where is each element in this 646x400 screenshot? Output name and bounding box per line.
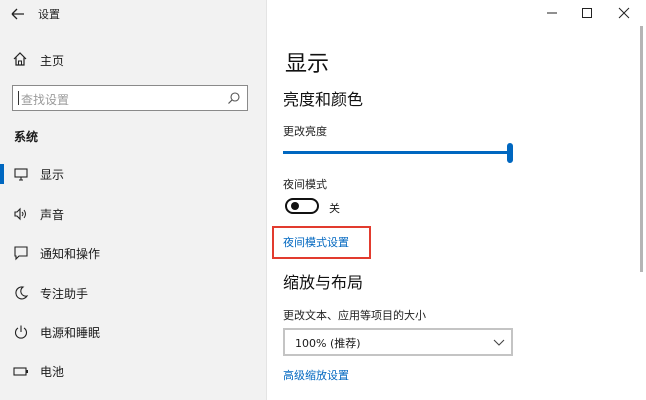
- sidebar: 设置 主页 查找设置 系统 显示 声音 通知和操作 专注助手 电源和睡眠 电池: [0, 0, 266, 400]
- section-label: 系统: [14, 130, 39, 144]
- search-input[interactable]: 查找设置: [12, 85, 248, 111]
- minimize-icon[interactable]: [537, 2, 567, 24]
- window-title: 设置: [38, 8, 60, 21]
- moon-icon: [13, 285, 29, 301]
- night-mode-settings-link[interactable]: 夜间模式设置: [283, 234, 349, 250]
- brightness-section-title: 亮度和颜色: [283, 90, 364, 109]
- speaker-icon: [13, 206, 29, 222]
- sidebar-item-label: 专注助手: [40, 287, 89, 301]
- main-pane: 显示 亮度和颜色 更改亮度 夜间模式 关 夜间模式设置 缩放与布局 更改文本、应…: [267, 0, 646, 400]
- night-mode-toggle[interactable]: [285, 198, 319, 214]
- monitor-icon: [13, 166, 29, 182]
- scale-selected-value: 100% (推荐): [295, 337, 361, 350]
- scrollbar[interactable]: [640, 26, 643, 272]
- home-label[interactable]: 主页: [40, 52, 64, 69]
- close-icon[interactable]: [609, 2, 639, 24]
- power-icon: [13, 324, 29, 340]
- toggle-knob: [291, 202, 299, 210]
- chevron-down-icon: [493, 336, 505, 351]
- notification-icon: [13, 245, 29, 261]
- home-icon[interactable]: [12, 51, 28, 70]
- scale-dropdown[interactable]: 100% (推荐): [283, 328, 513, 356]
- maximize-icon[interactable]: [572, 2, 602, 24]
- brightness-slider[interactable]: [283, 151, 509, 154]
- sidebar-item-display[interactable]: 显示: [0, 154, 266, 194]
- night-mode-label: 夜间模式: [283, 178, 327, 191]
- search-placeholder: 查找设置: [17, 91, 70, 107]
- sidebar-item-focus-assist[interactable]: 专注助手: [0, 273, 266, 313]
- sidebar-item-label: 电池: [40, 365, 65, 379]
- brightness-label: 更改亮度: [283, 125, 327, 138]
- night-mode-state: 关: [329, 202, 340, 215]
- sidebar-item-power-sleep[interactable]: 电源和睡眠: [0, 312, 266, 352]
- sidebar-item-sound[interactable]: 声音: [0, 194, 266, 234]
- sidebar-item-notifications[interactable]: 通知和操作: [0, 233, 266, 273]
- sidebar-item-label: 电源和睡眠: [40, 326, 101, 340]
- sidebar-item-battery[interactable]: 电池: [0, 351, 266, 391]
- scale-label: 更改文本、应用等项目的大小: [283, 309, 426, 322]
- search-icon[interactable]: [227, 91, 241, 108]
- page-title: 显示: [285, 52, 330, 77]
- sidebar-item-label: 通知和操作: [40, 247, 101, 261]
- sidebar-item-label: 显示: [40, 168, 65, 182]
- brightness-slider-thumb[interactable]: [507, 143, 513, 163]
- back-arrow-icon[interactable]: [8, 5, 28, 23]
- scale-section-title: 缩放与布局: [283, 273, 364, 292]
- advanced-scale-link[interactable]: 高级缩放设置: [283, 367, 349, 383]
- battery-icon: [13, 363, 29, 379]
- sidebar-item-label: 声音: [40, 208, 65, 222]
